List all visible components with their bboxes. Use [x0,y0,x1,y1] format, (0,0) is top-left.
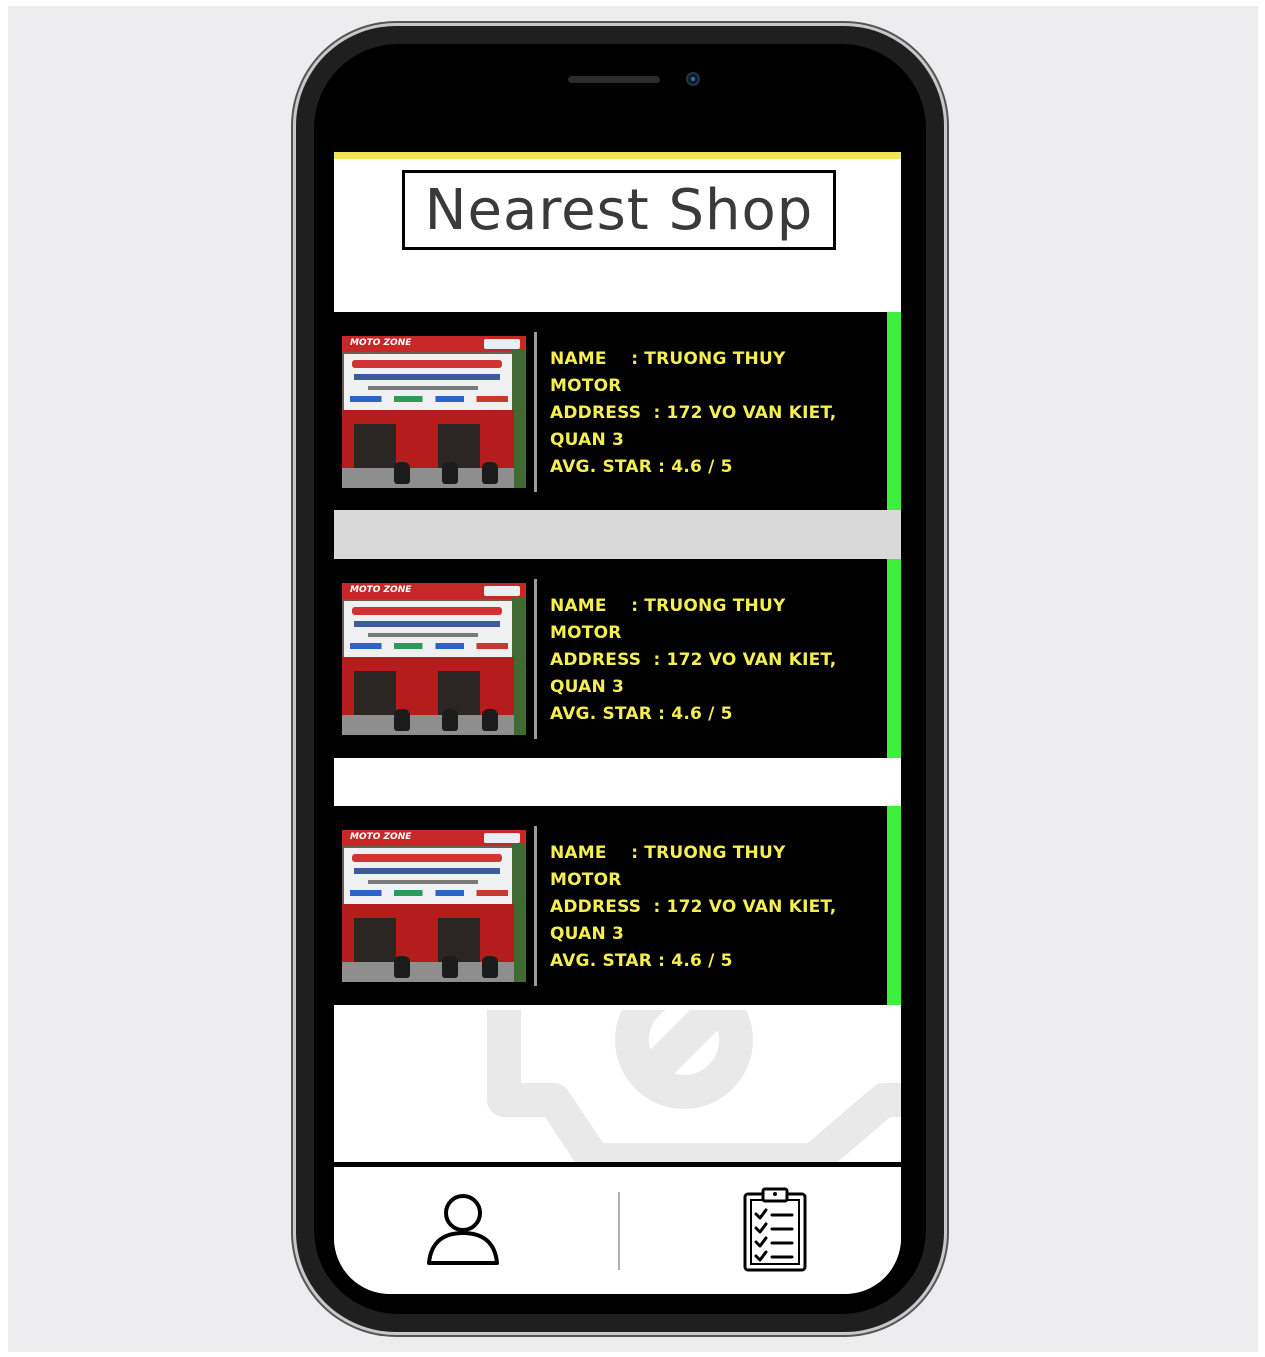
app-screen: Nearest Shop MOTO ZONE NAME : TRUONG THU… [334,152,901,1294]
card-accent-bar [887,312,901,511]
clipboard-checklist-icon [743,1187,807,1272]
bottom-nav-border [334,1162,901,1167]
page-title: Nearest Shop [424,177,814,243]
shop-name-cont: MOTOR [550,623,622,643]
card-divider [534,826,537,986]
front-camera [686,72,700,86]
shop-rating: AVG. STAR : 4.6 / 5 [550,704,733,724]
shop-name-cont: MOTOR [550,870,622,890]
shop-address-cont: QUAN 3 [550,430,625,450]
shop-address-cont: QUAN 3 [550,677,625,697]
phone-notch [460,58,780,108]
shop-card[interactable]: MOTO ZONE NAME : TRUONG THUY MOTOR ADDRE… [334,559,901,758]
shop-card[interactable]: MOTO ZONE NAME : TRUONG THUY MOTOR ADDRE… [334,312,901,511]
card-accent-bar [887,806,901,1005]
orders-nav-button[interactable] [730,1184,820,1274]
shop-card[interactable]: MOTO ZONE NAME : TRUONG THUY MOTOR ADDRE… [334,806,901,1005]
shop-photo: MOTO ZONE [342,336,526,488]
shop-info: NAME : TRUONG THUY MOTOR ADDRESS : 172 V… [550,840,840,975]
shop-photo: MOTO ZONE [342,583,526,735]
shop-name: NAME : TRUONG THUY [550,349,786,369]
shop-name: NAME : TRUONG THUY [550,596,786,616]
shop-info: NAME : TRUONG THUY MOTOR ADDRESS : 172 V… [550,593,840,728]
shop-name: NAME : TRUONG THUY [550,843,786,863]
shop-rating: AVG. STAR : 4.6 / 5 [550,951,733,971]
card-divider [534,579,537,739]
shop-photo-brand: MOTO ZONE [350,585,412,595]
shop-photo-brand: MOTO ZONE [350,832,412,842]
profile-nav-button[interactable] [418,1184,508,1274]
shop-name-cont: MOTOR [550,376,622,396]
phone-speaker [568,76,660,83]
shop-address: ADDRESS : 172 VO VAN KIET, [550,650,837,670]
card-divider [534,332,537,492]
user-icon [427,1194,499,1265]
shop-address: ADDRESS : 172 VO VAN KIET, [550,897,837,917]
shop-address-cont: QUAN 3 [550,924,625,944]
shop-info: NAME : TRUONG THUY MOTOR ADDRESS : 172 V… [550,346,840,481]
header-accent-bar [334,152,901,159]
card-accent-bar [887,559,901,758]
shop-address: ADDRESS : 172 VO VAN KIET, [550,403,837,423]
page-title-box: Nearest Shop [402,170,836,250]
bottom-navigation [334,1162,901,1294]
shop-rating: AVG. STAR : 4.6 / 5 [550,457,733,477]
card-separator [334,510,901,560]
shop-photo: MOTO ZONE [342,830,526,982]
shop-photo-brand: MOTO ZONE [350,338,412,348]
bottom-nav-separator [618,1192,620,1270]
